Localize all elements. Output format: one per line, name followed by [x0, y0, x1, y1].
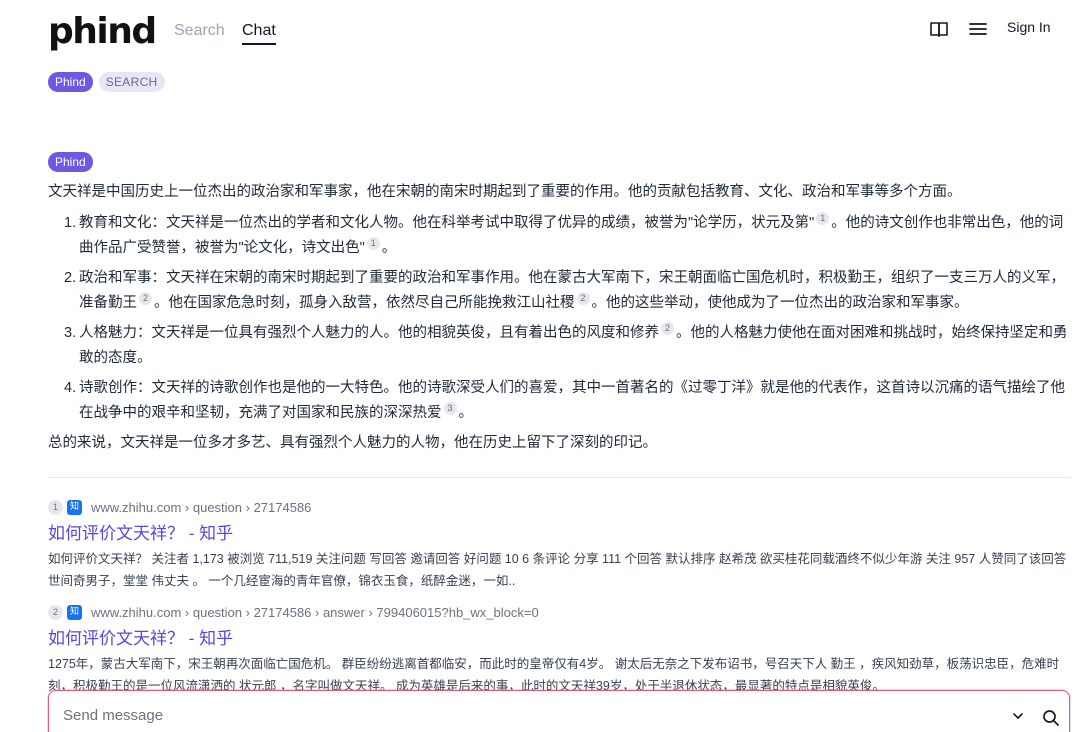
menu-icon[interactable] — [967, 18, 989, 40]
source-meta: 2 知 www.zhihu.com › question › 27174586 … — [48, 603, 1074, 621]
section-divider — [48, 477, 1070, 478]
top-header: phind Search Chat Sign In — [0, 0, 1080, 64]
answer-body: 文天祥是中国历史上一位杰出的政治家和军事家，他在宋朝的南宋时期起到了重要的作用。… — [48, 180, 1072, 462]
mode-tags: Phind SEARCH — [48, 72, 165, 92]
message-composer — [48, 690, 1070, 732]
book-icon[interactable] — [928, 18, 950, 40]
item-number: 2. — [64, 270, 77, 286]
nav-search-link[interactable]: Search — [174, 21, 225, 41]
item-text: 教育和文化：文天祥是一位杰出的学者和文化人物。他在科举考试中取得了优异的成绩，被… — [79, 215, 815, 231]
source-title-link[interactable]: 如何评价文天祥？ - 知乎 — [48, 628, 1074, 650]
answer-source-badge: Phind — [48, 152, 93, 172]
source-snippet: 如何评价文天祥？ 关注者 1,173 被浏览 711,519 关注问题 写回答 … — [48, 552, 1067, 588]
item-text: 。他的这些举动，使他成为了一位杰出的政治家和军事家。 — [591, 295, 969, 311]
item-text: 。 — [458, 405, 474, 421]
citation-marker[interactable]: 2 — [139, 292, 152, 306]
answer-intro: 文天祥是中国历史上一位杰出的政治家和军事家，他在宋朝的南宋时期起到了重要的作用。… — [48, 184, 962, 200]
item-text: 。 — [381, 240, 397, 256]
answer-item: 4. 诗歌创作：文天祥的诗歌创作也是他的一大特色。他的诗歌深受人们的喜爱，其中一首… — [48, 376, 1072, 426]
answer-item: 1. 教育和文化：文天祥是一位杰出的学者和文化人物。他在科举考试中取得了优异的成绩… — [48, 211, 1072, 261]
search-icon[interactable] — [1042, 709, 1060, 727]
answer-item: 2. 政治和军事：文天祥在宋朝的南宋时期起到了重要的政治和军事作用。他在蒙古大军南… — [48, 266, 1072, 316]
citation-marker[interactable]: 1 — [816, 212, 830, 226]
citation-marker[interactable]: 1 — [366, 237, 380, 251]
item-text: 人格魅力：文天祥是一位具有强烈个人魅力的人。他的相貌英俊，且有着出色的风度和修养 — [79, 325, 659, 341]
item-number: 1. — [64, 215, 77, 231]
source-url[interactable]: www.zhihu.com › question › 27174586 › an… — [91, 605, 539, 620]
phind-tag[interactable]: Phind — [48, 72, 93, 92]
sign-in-button[interactable]: Sign In — [1007, 19, 1051, 35]
zhihu-favicon-icon: 知 — [67, 499, 82, 515]
item-text: 诗歌创作：文天祥的诗歌创作也是他的一大特色。他的诗歌深受人们的喜爱，其中一首著名… — [79, 380, 1065, 421]
chevron-down-icon[interactable] — [1011, 709, 1025, 723]
citation-marker[interactable]: 2 — [576, 292, 590, 306]
item-text: 。他在国家危急时刻，孤身入敌营，依然尽自己所能挽救江山社稷 — [154, 295, 575, 311]
answer-summary: 总的来说，文天祥是一位多才多艺、具有强烈个人魅力的人物，他在历史上留下了深刻的印… — [48, 435, 657, 451]
citation-marker[interactable]: 2 — [661, 322, 674, 336]
item-number: 3. — [64, 325, 77, 341]
item-number: 4. — [64, 380, 77, 396]
message-input[interactable] — [63, 707, 963, 724]
nav-chat-link[interactable]: Chat — [242, 21, 276, 45]
source-url[interactable]: www.zhihu.com › question › 27174586 — [91, 500, 311, 515]
search-tag[interactable]: SEARCH — [98, 72, 165, 92]
zhihu-favicon-icon: 知 — [67, 604, 82, 620]
answer-list: 1. 教育和文化：文天祥是一位杰出的学者和文化人物。他在科举考试中取得了优异的成绩… — [48, 211, 1072, 426]
source-number: 2 — [48, 604, 63, 620]
phind-logo[interactable]: phind — [48, 10, 157, 54]
answer-item: 3. 人格魅力：文天祥是一位具有强烈个人魅力的人。他的相貌英俊，且有着出色的风度和… — [48, 321, 1072, 371]
citation-marker[interactable]: 3 — [443, 402, 457, 416]
source-result: 2 知 www.zhihu.com › question › 27174586 … — [48, 603, 1074, 697]
source-result: 1 知 www.zhihu.com › question › 27174586 … — [48, 498, 1074, 592]
source-title-link[interactable]: 如何评价文天祥？ - 知乎 — [48, 523, 1074, 545]
source-number: 1 — [48, 499, 63, 515]
source-meta: 1 知 www.zhihu.com › question › 27174586 — [48, 498, 1074, 516]
